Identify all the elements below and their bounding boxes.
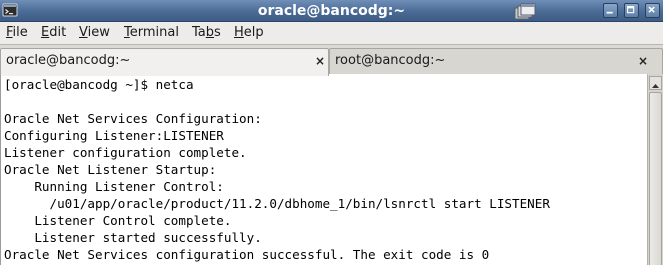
close-button[interactable] bbox=[645, 3, 660, 18]
menu-file-label: ile bbox=[12, 25, 28, 40]
scrollbar-thumb[interactable] bbox=[649, 92, 662, 265]
maximize-icon bbox=[627, 6, 635, 14]
tab-oracle[interactable]: oracle@bancodg:~ × bbox=[0, 48, 329, 76]
terminal-window: oracle@bancodg:~ File Edit View Terminal… bbox=[0, 0, 663, 265]
menu-tabs-label: s bbox=[214, 25, 221, 40]
menu-terminal-label: erminal bbox=[129, 25, 179, 40]
tab-oracle-close-icon[interactable]: × bbox=[314, 53, 326, 69]
terminal-line: Listener configuration complete. bbox=[4, 145, 247, 160]
tab-bar: oracle@bancodg:~ × root@bancodg:~ × bbox=[0, 44, 663, 76]
terminal-line: Configuring Listener:LISTENER bbox=[4, 128, 224, 143]
terminal-line: Oracle Net Listener Startup: bbox=[4, 162, 217, 177]
maximize-button[interactable] bbox=[624, 3, 639, 18]
menu-terminal[interactable]: Terminal bbox=[124, 25, 179, 41]
menu-tabs-accel: b bbox=[205, 25, 215, 40]
terminal-line: Oracle Net Services configuration succes… bbox=[4, 247, 490, 262]
menu-help[interactable]: Help bbox=[234, 25, 264, 41]
menu-tabs-prefix: Ta bbox=[192, 25, 206, 40]
vertical-scrollbar[interactable] bbox=[647, 74, 663, 265]
menu-edit[interactable]: Edit bbox=[41, 25, 66, 41]
menu-edit-accel: E bbox=[41, 25, 50, 40]
menu-file[interactable]: File bbox=[6, 25, 28, 41]
terminal-line: /u01/app/oracle/product/11.2.0/dbhome_1/… bbox=[4, 196, 550, 211]
menu-help-label: elp bbox=[243, 25, 264, 40]
tab-root[interactable]: root@bancodg:~ × bbox=[329, 48, 663, 74]
terminal-line: Listener started successfully. bbox=[4, 230, 262, 245]
scroll-up-button[interactable] bbox=[649, 76, 662, 90]
menu-tabs[interactable]: Tabs bbox=[192, 25, 221, 41]
minimize-icon bbox=[606, 11, 613, 14]
window-stack-icon[interactable] bbox=[514, 3, 538, 20]
terminal-output[interactable]: [oracle@bancodg ~]$ netca Oracle Net Ser… bbox=[0, 74, 647, 265]
menu-help-accel: H bbox=[234, 25, 244, 40]
close-icon bbox=[648, 6, 655, 13]
terminal-line: Running Listener Control: bbox=[4, 179, 224, 194]
tab-oracle-label: oracle@bancodg:~ bbox=[6, 53, 131, 68]
minimize-button[interactable] bbox=[603, 3, 618, 18]
arrow-up-icon bbox=[652, 84, 659, 88]
window-title: oracle@bancodg:~ bbox=[257, 3, 406, 19]
tab-root-close-icon[interactable]: × bbox=[637, 53, 649, 69]
tab-root-label: root@bancodg:~ bbox=[335, 53, 446, 68]
menu-bar: File Edit View Terminal Tabs Help bbox=[0, 22, 663, 44]
title-bar[interactable]: oracle@bancodg:~ bbox=[0, 0, 663, 22]
terminal-line: [oracle@bancodg ~]$ netca bbox=[4, 77, 194, 92]
menu-view-accel: V bbox=[79, 25, 88, 40]
terminal-line: Listener Control complete. bbox=[4, 213, 232, 228]
menu-edit-label: dit bbox=[49, 25, 67, 40]
terminal-line: Oracle Net Services Configuration: bbox=[4, 111, 262, 126]
menu-view[interactable]: View bbox=[79, 25, 110, 41]
menu-view-label: iew bbox=[87, 25, 110, 40]
